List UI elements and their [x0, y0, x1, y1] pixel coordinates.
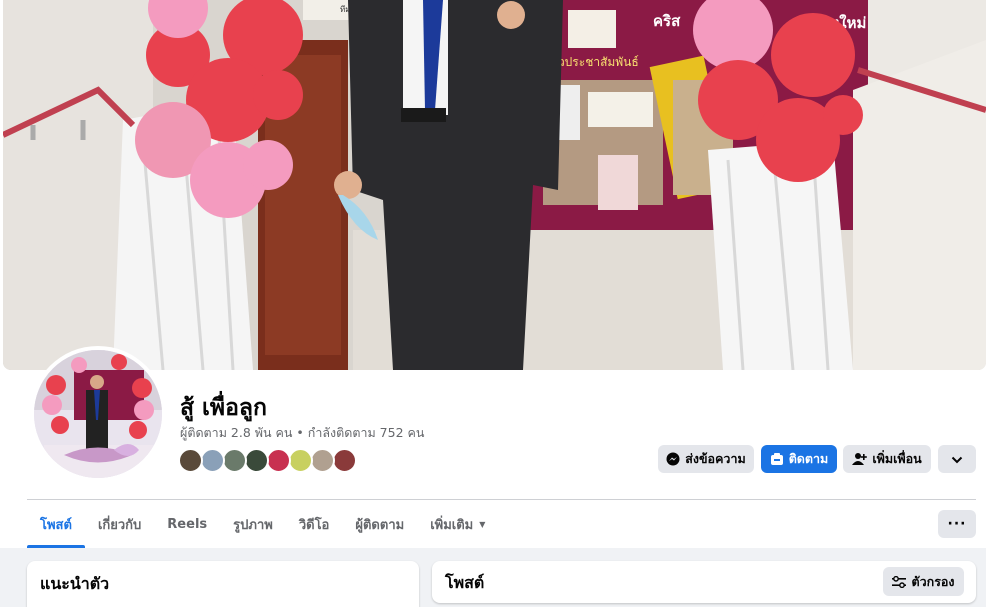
- message-button[interactable]: ส่งข้อความ: [658, 445, 754, 473]
- tab-posts[interactable]: โพสต์: [27, 500, 85, 548]
- chevron-down-icon: [951, 452, 963, 467]
- tab-more[interactable]: เพิ่มเติม ▼: [417, 500, 498, 548]
- mutual-friends-avatars[interactable]: [178, 448, 357, 474]
- filter-button[interactable]: ตัวกรอง: [883, 567, 964, 596]
- caret-down-icon: ▼: [479, 519, 486, 529]
- message-button-label: ส่งข้อความ: [685, 451, 746, 466]
- friend-avatar[interactable]: [288, 448, 313, 473]
- cover-photo[interactable]: ข่าวประชาสัมพันธ์ คริส ชียงใหม่ ทีมมี/ T…: [3, 0, 986, 370]
- follow-icon: [770, 452, 784, 466]
- posts-card: โพสต์ ตัวกรอง: [432, 561, 976, 603]
- ellipsis-icon: ···: [947, 516, 967, 532]
- friend-avatar[interactable]: [178, 448, 203, 473]
- profile-follow-stats[interactable]: ผู้ติดตาม 2.8 พัน คน • กำลังติดตาม 752 ค…: [180, 423, 424, 443]
- profile-avatar[interactable]: [30, 346, 166, 482]
- tab-about[interactable]: เกี่ยวกับ: [85, 500, 154, 548]
- profile-tabs: โพสต์ เกี่ยวกับ Reels รูปภาพ วิดีโอ ผู้ต…: [27, 500, 498, 548]
- friend-avatar[interactable]: [244, 448, 269, 473]
- tab-reels[interactable]: Reels: [154, 500, 220, 548]
- profile-avatar-image: [34, 350, 162, 478]
- profile-name: สู้ เพื่อลูก: [180, 395, 267, 421]
- friend-avatar[interactable]: [310, 448, 335, 473]
- friend-avatar[interactable]: [200, 448, 225, 473]
- cover-photo-image: ข่าวประชาสัมพันธ์ คริส ชียงใหม่ ทีมมี/ T…: [3, 0, 986, 370]
- follow-button[interactable]: ติดตาม: [761, 445, 837, 473]
- messenger-icon: [666, 452, 680, 466]
- add-friend-icon: [852, 452, 868, 466]
- banner-left-text: คริส: [653, 12, 681, 30]
- filter-sliders-icon: [892, 575, 907, 588]
- follow-button-label: ติดตาม: [788, 451, 829, 466]
- intro-title: แนะนำตัว: [40, 574, 110, 593]
- intro-card: แนะนำตัว: [27, 561, 419, 607]
- tab-photos[interactable]: รูปภาพ: [220, 500, 286, 548]
- add-friend-button[interactable]: เพิ่มเพื่อน: [843, 445, 931, 473]
- posts-title: โพสต์: [445, 573, 485, 592]
- profile-dropdown-button[interactable]: [938, 445, 976, 473]
- facebook-profile-page: ข่าวประชาสัมพันธ์ คริส ชียงใหม่ ทีมมี/ T…: [0, 0, 986, 607]
- tab-followers[interactable]: ผู้ติดตาม: [342, 500, 417, 548]
- more-options-button[interactable]: ···: [938, 510, 976, 538]
- friend-avatar[interactable]: [266, 448, 291, 473]
- tab-videos[interactable]: วิดีโอ: [286, 500, 343, 548]
- filter-button-label: ตัวกรอง: [911, 573, 955, 589]
- friend-avatar[interactable]: [332, 448, 357, 473]
- add-friend-button-label: เพิ่มเพื่อน: [872, 451, 922, 466]
- friend-avatar[interactable]: [222, 448, 247, 473]
